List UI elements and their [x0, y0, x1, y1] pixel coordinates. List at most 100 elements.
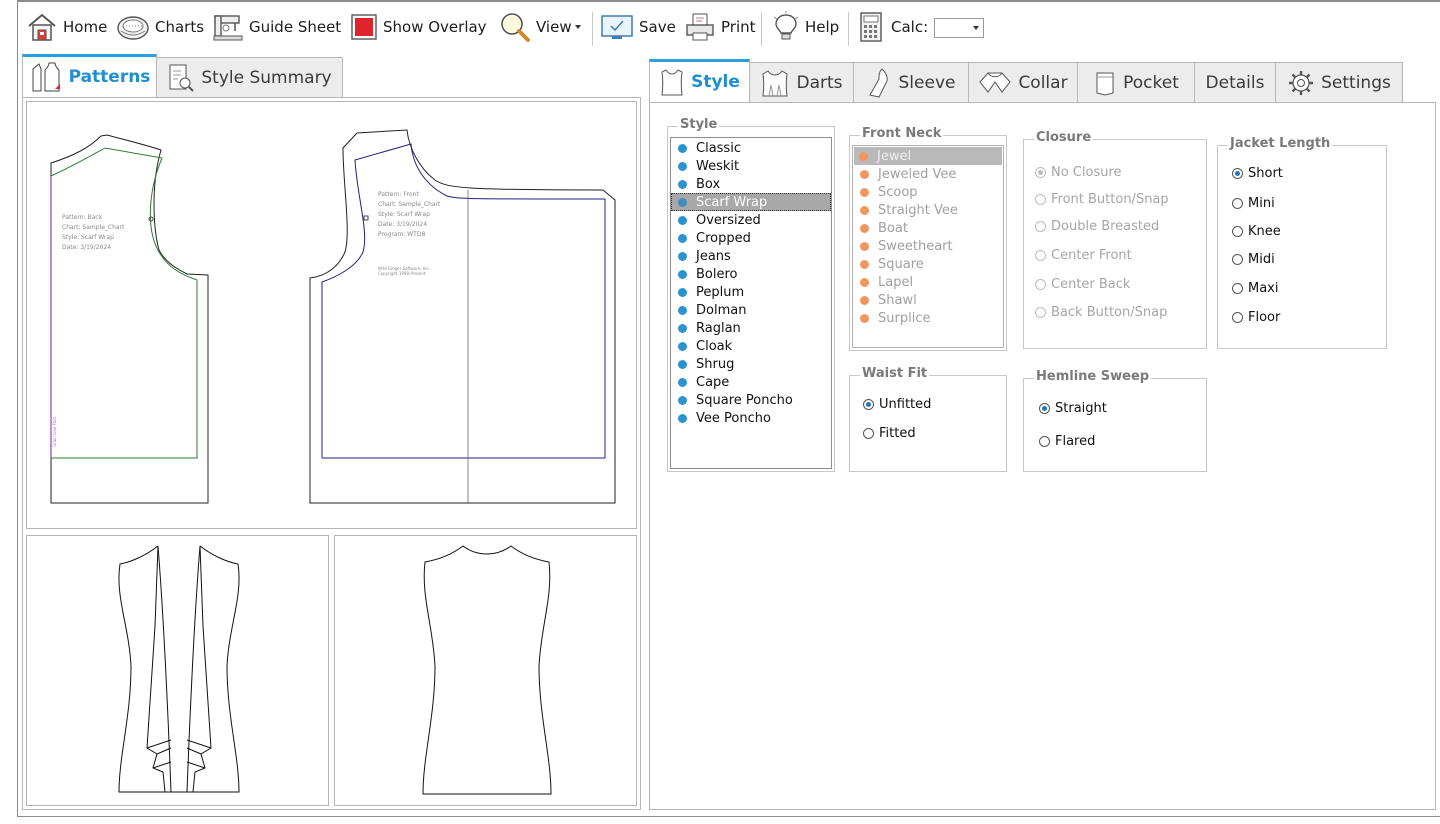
bullet-icon [678, 251, 687, 261]
pattern-pieces-view[interactable]: Pattern: Back Chart: Sample_Chart Style:… [26, 101, 637, 529]
style-item-bolero[interactable]: Bolero [673, 265, 829, 283]
neck-item-surplice[interactable]: Surplice [855, 309, 1001, 327]
home-icon [28, 13, 56, 41]
overlay-checkbox-icon [351, 14, 377, 40]
scarf-wrap-back-sketch [422, 545, 552, 795]
style-item-vee-poncho[interactable]: Vee Poncho [673, 409, 829, 427]
neck-item-sweetheart[interactable]: Sweetheart [855, 237, 1001, 255]
neck-item-label: Surplice [878, 310, 931, 326]
home-button[interactable]: Home [26, 4, 107, 50]
style-item-jeans[interactable]: Jeans [673, 247, 829, 265]
tab-sleeve[interactable]: Sleeve [853, 62, 969, 102]
jacket-length-knee[interactable]: Knee [1232, 224, 1281, 239]
closure-option-no-closure[interactable]: No Closure [1035, 165, 1122, 180]
toolbar-separator [848, 12, 849, 46]
style-item-cloak[interactable]: Cloak [673, 337, 829, 355]
dropdown-arrow-icon [574, 25, 581, 29]
closure-option-front-button-snap[interactable]: Front Button/Snap [1035, 192, 1169, 207]
jacket-length-midi[interactable]: Midi [1232, 252, 1275, 267]
jacket-length-mini[interactable]: Mini [1232, 196, 1275, 211]
save-monitor-icon [601, 15, 633, 39]
style-item-scarf-wrap[interactable]: Scarf Wrap [671, 193, 831, 211]
jacket-length-floor[interactable]: Floor [1232, 310, 1280, 325]
style-item-peplum[interactable]: Peplum [673, 283, 829, 301]
style-item-shrug[interactable]: Shrug [673, 355, 829, 373]
guide-sheet-button[interactable]: Guide Sheet [212, 4, 341, 50]
front-neck-listbox[interactable]: Jewel Jeweled Vee Scoop Straight Vee Boa… [852, 145, 1004, 348]
style-item-classic[interactable]: Classic [673, 139, 829, 157]
chevron-down-icon[interactable] [973, 26, 979, 30]
style-group-title: Style [678, 117, 720, 132]
style-item-box[interactable]: Box [673, 175, 829, 193]
closure-option-center-back[interactable]: Center Back [1035, 277, 1130, 292]
tab-darts[interactable]: Darts [749, 62, 854, 102]
neck-item-jeweled-vee[interactable]: Jeweled Vee [855, 165, 1001, 183]
print-button[interactable]: Print [684, 4, 756, 50]
neck-item-straight-vee[interactable]: Straight Vee [855, 201, 1001, 219]
style-item-label: Shrug [696, 356, 735, 372]
waist-fit-unfitted[interactable]: Unfitted [863, 397, 931, 412]
save-button[interactable]: Save [600, 4, 676, 50]
tab-style[interactable]: Style [649, 59, 750, 102]
waist-fit-fitted[interactable]: Fitted [863, 426, 916, 441]
back-label-line-4: Date: 3/19/2024 [62, 244, 111, 251]
charts-button[interactable]: Charts [116, 4, 204, 50]
main-toolbar: Home Charts Guide Sheet Show Overlay Vie… [22, 4, 1022, 50]
style-item-raglan[interactable]: Raglan [673, 319, 829, 337]
style-listbox[interactable]: Classic Weskit Box Scarf Wrap Oversized … [670, 137, 832, 469]
pattern-piece-icon [32, 62, 60, 92]
view-menu-button[interactable]: View [499, 4, 581, 50]
gear-icon [1289, 70, 1314, 95]
measuring-tape-icon [117, 16, 149, 40]
radio-icon [1232, 168, 1243, 179]
tab-pocket[interactable]: Pocket [1077, 62, 1195, 102]
neck-item-label: Scoop [878, 184, 918, 200]
neck-item-jewel[interactable]: Jewel [854, 147, 1002, 165]
tab-collar-label: Collar [1018, 72, 1068, 93]
neck-item-lapel[interactable]: Lapel [855, 273, 1001, 291]
neck-item-square[interactable]: Square [855, 255, 1001, 273]
jacket-length-group-title: Jacket Length [1228, 136, 1333, 151]
closure-option-center-front[interactable]: Center Front [1035, 248, 1132, 263]
closure-option-label: Double Breasted [1051, 219, 1160, 234]
style-item-cropped[interactable]: Cropped [673, 229, 829, 247]
style-item-dolman[interactable]: Dolman [673, 301, 829, 319]
tab-darts-label: Darts [796, 72, 843, 93]
style-item-weskit[interactable]: Weskit [673, 157, 829, 175]
waist-fit-label: Fitted [879, 426, 916, 441]
bullet-icon [678, 233, 687, 243]
neck-item-scoop[interactable]: Scoop [855, 183, 1001, 201]
save-label: Save [639, 18, 676, 36]
radio-icon [1232, 226, 1243, 237]
style-item-label: Vee Poncho [696, 410, 771, 426]
jacket-length-maxi[interactable]: Maxi [1232, 281, 1279, 296]
hemline-sweep-straight[interactable]: Straight [1039, 401, 1107, 416]
back-grain-label: Grain Line Fold [52, 417, 57, 447]
hemline-sweep-flared[interactable]: Flared [1039, 434, 1095, 449]
tab-collar[interactable]: Collar [968, 62, 1078, 102]
tab-patterns[interactable]: Patterns [22, 54, 157, 97]
style-item-cape[interactable]: Cape [673, 373, 829, 391]
front-label-line-5: Program: WTD8 [378, 231, 425, 238]
jacket-length-short[interactable]: Short [1232, 166, 1283, 181]
radio-icon [1039, 403, 1050, 414]
neck-item-shawl[interactable]: Shawl [855, 291, 1001, 309]
style-item-square-poncho[interactable]: Square Poncho [673, 391, 829, 409]
bullet-icon [678, 287, 687, 297]
tab-sleeve-label: Sleeve [898, 72, 956, 93]
show-overlay-toggle[interactable]: Show Overlay [350, 4, 487, 50]
front-label-line-1: Pattern: Front [378, 191, 419, 198]
radio-icon [1035, 250, 1046, 261]
closure-option-back-button-snap[interactable]: Back Button/Snap [1035, 305, 1167, 320]
jacket-length-label: Midi [1248, 252, 1275, 267]
neck-item-boat[interactable]: Boat [855, 219, 1001, 237]
jacket-length-label: Mini [1248, 196, 1275, 211]
bullet-icon [678, 413, 687, 423]
tab-style-summary[interactable]: Style Summary [156, 57, 343, 97]
tab-details[interactable]: Details [1194, 62, 1276, 102]
style-item-oversized[interactable]: Oversized [673, 211, 829, 229]
tab-settings[interactable]: Settings [1275, 62, 1403, 102]
closure-option-double-breasted[interactable]: Double Breasted [1035, 219, 1159, 234]
help-button[interactable]: Help [772, 4, 839, 50]
calc-select[interactable] [934, 18, 984, 38]
